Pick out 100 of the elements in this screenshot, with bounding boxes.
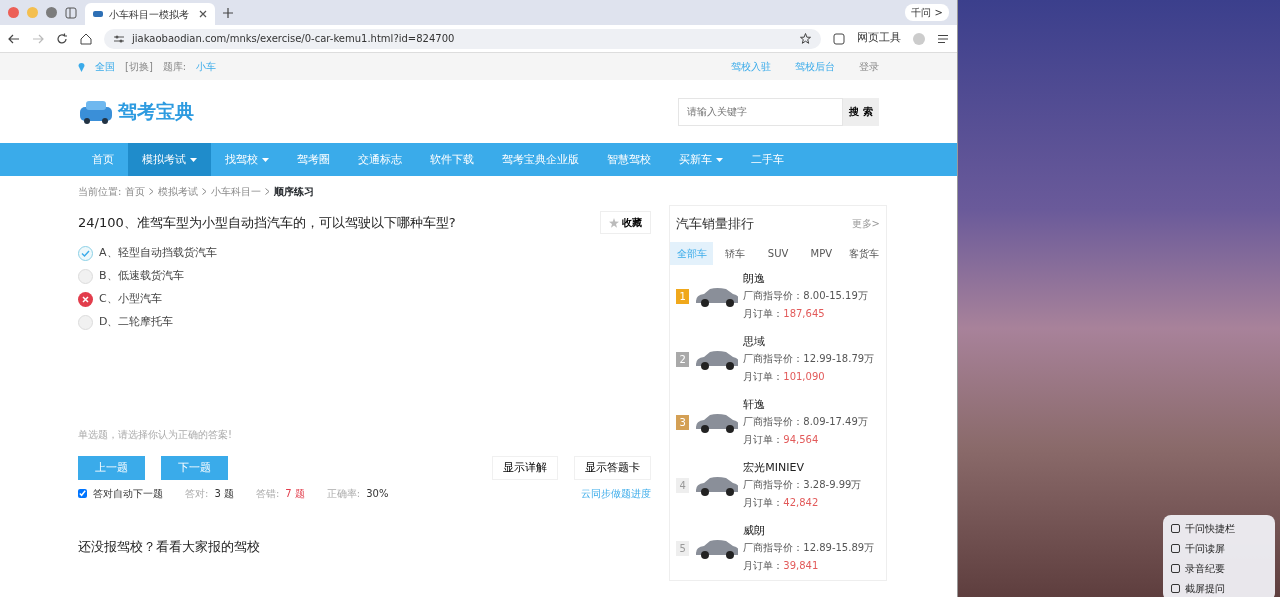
orders-label: 月订单： (743, 496, 784, 508)
stat-value: 7 题 (285, 487, 305, 501)
answer-option[interactable]: D、二轮摩托车 (78, 311, 652, 334)
nav-item[interactable]: 模拟考试 (128, 143, 211, 176)
rank-badge: 1 (676, 288, 690, 304)
address-bar[interactable]: jiakaobaodian.com/mnks/exercise/0-car-kemu1.html?id=824700 (104, 28, 821, 49)
car-logo-icon (78, 98, 114, 125)
favorite-button[interactable]: 收藏 (600, 211, 652, 234)
detail-button[interactable]: 显示详解 (492, 456, 559, 480)
section-title: 还没报驾校？看看大家报的驾校 (78, 538, 261, 556)
nav-item[interactable]: 买新车 (665, 143, 737, 176)
car-name: 轩逸 (743, 397, 767, 414)
breadcrumb-link[interactable]: 首页 (125, 184, 146, 199)
chevron-icon (149, 188, 155, 195)
stat-label: 答对: (185, 487, 209, 501)
car-name: 思域 (743, 334, 767, 351)
stat-value: 3 题 (214, 487, 234, 501)
top-link[interactable]: 驾校后台 (795, 59, 835, 74)
auto-next-checkbox[interactable] (78, 489, 87, 498)
car-name: 朗逸 (743, 271, 767, 288)
answer-option[interactable]: B、低速载货汽车 (78, 265, 652, 288)
orders-label: 月订单： (743, 433, 784, 445)
nav-item[interactable]: 找驾校 (211, 143, 283, 176)
top-link[interactable]: 登录 (859, 59, 879, 74)
menu-item[interactable]: 录音纪要 (1171, 558, 1267, 578)
plus-icon[interactable] (223, 7, 233, 18)
nav-item[interactable]: 驾考宝典企业版 (488, 143, 593, 176)
previous-button[interactable]: 上一题 (78, 456, 145, 480)
breadcrumb-link[interactable]: 模拟考试 (158, 184, 199, 199)
breadcrumb-current: 顺序练习 (274, 185, 315, 199)
bank-label: 题库: (162, 60, 187, 74)
location-link[interactable]: 全国 (95, 59, 115, 74)
breadcrumb-link[interactable]: 小车科目一 (211, 184, 262, 199)
settings-icon (114, 33, 124, 44)
star-icon[interactable] (800, 33, 811, 44)
car-price: 厂商指导价：12.89-15.89万 (743, 540, 875, 555)
car-name: 威朗 (743, 523, 767, 540)
radio-circle[interactable] (78, 269, 93, 284)
answer-option[interactable]: C、小型汽车 (78, 288, 652, 311)
star-icon (609, 217, 620, 228)
breadcrumb-label: 当前位置: (78, 185, 122, 199)
ranking-title: 汽车销量排行 (676, 215, 755, 233)
answer-option[interactable]: A、轻型自动挡载货汽车 (78, 242, 652, 265)
tools-button[interactable]: 网页工具 (857, 30, 901, 47)
sidebar-icon[interactable] (65, 6, 77, 19)
bank-link[interactable]: 小车 (196, 59, 217, 74)
search-button[interactable]: 搜 索 (843, 97, 879, 126)
rank-badge: 4 (676, 477, 690, 493)
search-field[interactable]: 请输入关键字 (678, 97, 843, 126)
rank-badge: 5 (676, 540, 690, 556)
url-text: jiakaobaodian.com/mnks/exercise/0-car-kemu1.html?id=824700 (132, 32, 455, 46)
back-arrow-icon[interactable] (8, 33, 20, 44)
car-price: 厂商指导价：3.28-9.99万 (743, 477, 862, 492)
orders-value: 39,841 (783, 559, 819, 571)
orders-label: 月订单： (743, 370, 784, 382)
menu-item[interactable]: 千问读屏 (1171, 538, 1267, 558)
orders-value: 187,645 (783, 307, 825, 319)
stat-value: 30% (366, 487, 389, 501)
maximize-window-button[interactable] (46, 7, 57, 18)
menu-item[interactable]: 截屏提问 (1171, 578, 1267, 597)
orders-label: 月订单： (743, 307, 784, 319)
switch-link[interactable]: [切换] (125, 59, 153, 74)
nav-item[interactable]: 首页 (78, 143, 128, 176)
chevron-icon (202, 188, 208, 195)
radio-circle[interactable] (78, 315, 93, 330)
browser-tab[interactable]: 小车科目一模拟考 (85, 3, 215, 25)
car-price: 厂商指导价：8.00-15.19万 (743, 288, 868, 303)
answer-card-button[interactable]: 显示答题卡 (574, 456, 652, 480)
pin-icon (78, 61, 85, 72)
menu-item[interactable]: 千问快捷栏 (1171, 518, 1267, 538)
orders-label: 月订单： (743, 559, 784, 571)
stat-label: 正确率: (326, 487, 361, 501)
orders-value: 42,842 (783, 496, 819, 508)
tab-title: 小车科目一模拟考 (109, 7, 189, 22)
question-title: 24/100、准驾车型为小型自动挡汽车的，可以驾驶以下哪种车型? (78, 213, 456, 232)
rank-badge: 2 (676, 351, 690, 367)
nav-item[interactable]: 软件下载 (416, 143, 488, 176)
ranking-tab[interactable]: 全部车 (670, 241, 714, 265)
more-link[interactable]: 更多> (851, 216, 880, 232)
close-window-button[interactable] (8, 7, 19, 18)
chevron-icon (265, 188, 271, 195)
sync-link[interactable]: 云同步做题进度 (581, 486, 652, 501)
reload-icon[interactable] (56, 32, 68, 45)
car-price: 厂商指导价：8.09-17.49万 (743, 414, 868, 429)
nav-item[interactable]: 智慧驾校 (593, 143, 665, 176)
logo-text: 驾考宝典 (118, 99, 194, 125)
stat-label: 答错: (255, 487, 280, 501)
home-icon[interactable] (80, 32, 92, 45)
nav-item[interactable]: 二手车 (737, 143, 798, 176)
nav-item[interactable]: 交通标志 (344, 143, 416, 176)
nav-item[interactable]: 驾考圈 (283, 143, 344, 176)
orders-value: 94,564 (783, 433, 819, 445)
close-icon[interactable] (199, 10, 207, 18)
car-price: 厂商指导价：12.99-18.79万 (743, 351, 875, 366)
assistant-button[interactable]: 千问 > (905, 4, 949, 21)
top-link[interactable]: 驾校入驻 (731, 59, 771, 74)
menu-icon[interactable] (937, 33, 949, 44)
rank-badge: 3 (676, 414, 690, 430)
hint-text: 单选题，请选择你认为正确的答案! (78, 428, 233, 442)
next-button[interactable]: 下一题 (161, 456, 228, 480)
